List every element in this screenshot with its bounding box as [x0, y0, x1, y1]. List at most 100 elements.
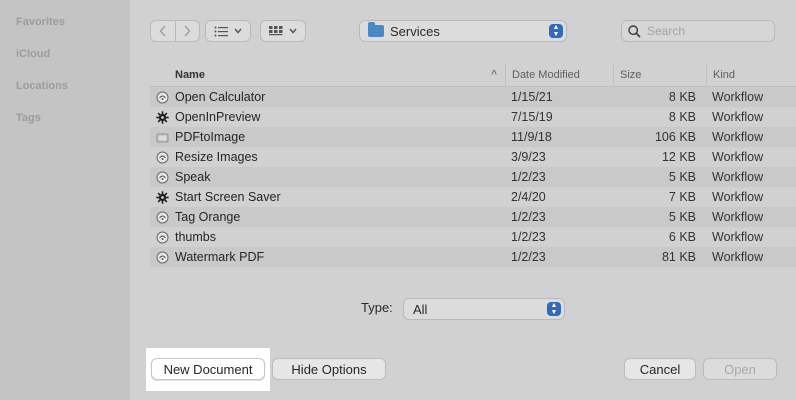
sidebar-section-tags[interactable]: Tags — [16, 112, 41, 124]
file-kind: Workflow — [712, 170, 764, 184]
forward-button[interactable] — [174, 21, 200, 41]
file-name-cell: Watermark PDF — [150, 247, 505, 267]
sidebar-section-favorites[interactable]: Favorites — [16, 16, 65, 28]
file-name: Resize Images — [175, 150, 258, 164]
file-kind: Workflow — [712, 230, 764, 244]
file-date: 7/15/19 — [511, 110, 553, 124]
location-popup[interactable]: Services ▲ ▼ — [359, 20, 567, 42]
file-row[interactable]: OpenInPreview 7/15/19 8 KB Workflow — [150, 107, 796, 127]
file-date: 1/15/21 — [511, 90, 553, 104]
search-field[interactable] — [621, 20, 775, 42]
dialog-main: Services ▲▼ Name ^ Date Modified Size Ki… — [130, 0, 796, 400]
sidebar: Favorites iCloud Locations Tags — [0, 0, 130, 400]
workflow-icon — [155, 210, 169, 224]
list-view-button[interactable] — [205, 20, 251, 42]
type-label: Type: — [361, 300, 393, 315]
workflow-icon — [155, 230, 169, 244]
column-header-date[interactable]: Date Modified — [505, 63, 613, 86]
file-date: 3/9/23 — [511, 150, 546, 164]
file-kind: Workflow — [712, 250, 764, 264]
file-date: 1/2/23 — [511, 210, 546, 224]
type-value: All — [413, 301, 428, 317]
file-row[interactable]: Open Calculator 1/15/21 8 KB Workflow — [150, 87, 796, 107]
grid-view-button[interactable] — [260, 20, 306, 42]
file-date: 2/4/20 — [511, 190, 546, 204]
back-button[interactable] — [151, 21, 175, 41]
location-name: Services — [390, 23, 440, 39]
column-header-kind[interactable]: Kind — [706, 63, 796, 86]
file-size: 106 KB — [654, 130, 696, 144]
file-name: Tag Orange — [175, 210, 241, 224]
file-size: 8 KB — [668, 90, 696, 104]
file-name: Open Calculator — [175, 90, 266, 104]
file-name-cell: Resize Images — [150, 147, 505, 167]
file-name: Speak — [175, 170, 211, 184]
image-icon — [155, 130, 169, 144]
file-row[interactable]: Start Screen Saver 2/4/20 7 KB Workflow — [150, 187, 796, 207]
file-name: thumbs — [175, 230, 216, 244]
file-size: 7 KB — [668, 190, 696, 204]
file-name-cell: Tag Orange — [150, 207, 505, 227]
chevron-down-icon — [234, 28, 242, 34]
search-icon — [628, 24, 641, 38]
file-name: Watermark PDF — [175, 250, 265, 264]
type-popup[interactable]: All ▲ ▼ — [403, 298, 565, 320]
file-size: 8 KB — [668, 110, 696, 124]
chevron-down-icon — [289, 28, 297, 34]
file-size: 6 KB — [668, 230, 696, 244]
file-size: 81 KB — [661, 250, 696, 264]
file-row[interactable]: Watermark PDF 1/2/23 81 KB Workflow — [150, 247, 796, 267]
open-button[interactable]: Open — [703, 358, 777, 380]
file-row[interactable]: thumbs 1/2/23 6 KB Workflow — [150, 227, 796, 247]
sidebar-section-locations[interactable]: Locations — [16, 80, 68, 92]
sidebar-section-icloud[interactable]: iCloud — [16, 48, 50, 60]
column-header-name[interactable]: Name ^ — [150, 63, 505, 86]
file-size: 12 KB — [661, 150, 696, 164]
hide-options-button[interactable]: Hide Options — [272, 358, 386, 380]
file-kind: Workflow — [712, 210, 764, 224]
file-row[interactable]: Tag Orange 1/2/23 5 KB Workflow — [150, 207, 796, 227]
file-size: 5 KB — [668, 210, 696, 224]
file-name: OpenInPreview — [175, 110, 261, 124]
file-name-cell: Speak — [150, 167, 505, 187]
file-kind: Workflow — [712, 130, 764, 144]
sort-ascending-icon: ^ — [491, 69, 497, 80]
file-name: Start Screen Saver — [175, 190, 281, 204]
file-kind: Workflow — [712, 110, 764, 124]
file-list: Name ^ Date Modified Size Kind Open Calc… — [150, 63, 796, 279]
file-date: 11/9/18 — [511, 130, 552, 144]
file-date: 1/2/23 — [511, 230, 546, 244]
file-kind: Workflow — [712, 190, 764, 204]
column-header-name-label: Name — [175, 68, 205, 81]
file-name: PDFtoImage — [175, 130, 246, 144]
file-name-cell: OpenInPreview — [150, 107, 505, 127]
table-body: Open Calculator 1/15/21 8 KB Workflow OpenIn… — [150, 87, 796, 267]
grid-icon — [269, 25, 283, 35]
new-document-button[interactable]: New Document — [151, 358, 265, 380]
list-icon — [214, 26, 228, 36]
navigation-buttons — [150, 20, 200, 42]
file-name-cell: PDFtoImage — [150, 127, 505, 147]
file-name-cell: Start Screen Saver — [150, 187, 505, 207]
gear-icon — [155, 110, 169, 124]
file-row[interactable]: Speak 1/2/23 5 KB Workflow — [150, 167, 796, 187]
file-row[interactable]: Resize Images 3/9/23 12 KB Workflow — [150, 147, 796, 167]
folder-icon — [368, 22, 384, 37]
chevron-right-icon — [184, 25, 191, 37]
column-header-size[interactable]: Size — [613, 63, 706, 86]
file-name-cell: thumbs — [150, 227, 505, 247]
file-kind: Workflow — [712, 90, 764, 104]
file-kind: Workflow — [712, 150, 764, 164]
gear-icon — [155, 190, 169, 204]
file-row[interactable]: PDFtoImage 11/9/18 106 KB Workflow — [150, 127, 796, 147]
workflow-icon — [155, 150, 169, 164]
workflow-icon — [155, 170, 169, 184]
workflow-icon — [155, 90, 169, 104]
file-name-cell: Open Calculator — [150, 87, 505, 107]
workflow-icon — [155, 250, 169, 264]
file-size: 5 KB — [668, 170, 696, 184]
up-down-chevron-icon: ▲ ▼ — [549, 24, 563, 38]
search-input[interactable] — [647, 24, 767, 38]
cancel-button[interactable]: Cancel — [624, 358, 696, 380]
chevron-left-icon — [159, 25, 166, 37]
